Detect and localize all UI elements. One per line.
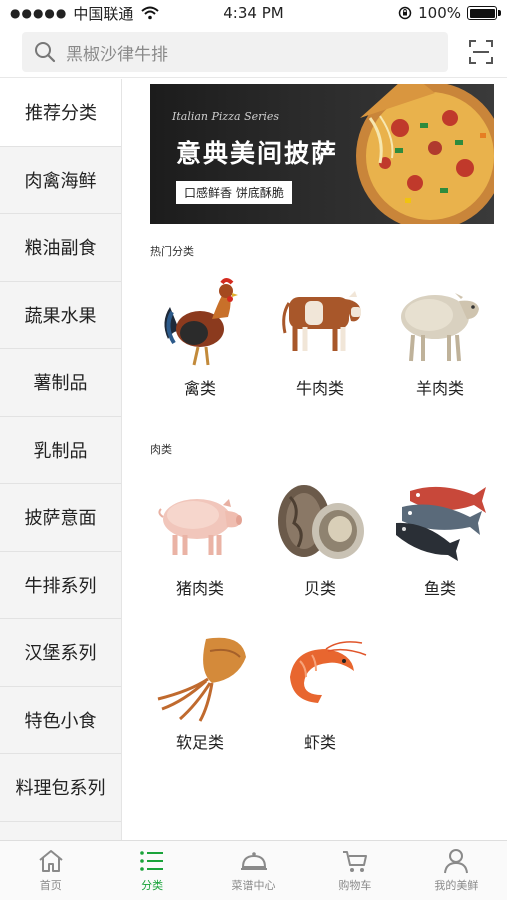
wifi-icon xyxy=(141,6,160,20)
bottom-tab-bar: 首页 分类 菜谱中心 购物车 我的美鲜 xyxy=(0,840,507,900)
category-item-lamb[interactable]: 羊肉类 xyxy=(385,277,495,399)
battery-percent: 100% xyxy=(418,4,461,22)
sidebar-item-grain-oil[interactable]: 粮油副食 xyxy=(0,214,121,282)
sidebar-item-meat-seafood[interactable]: 肉禽海鲜 xyxy=(0,147,121,214)
fish-image xyxy=(396,486,486,561)
category-item-shellfish[interactable]: 贝类 xyxy=(265,477,375,599)
sidebar-item-potato[interactable]: 薯制品 xyxy=(0,349,121,417)
user-icon xyxy=(444,849,469,874)
tab-label: 我的美鲜 xyxy=(434,879,479,892)
category-item-poultry[interactable]: 禽类 xyxy=(145,277,255,399)
category-label: 禽类 xyxy=(183,379,216,398)
orientation-lock-icon xyxy=(398,6,412,20)
category-content: Italian Pizza Series 意典美间披萨 口感鲜香 饼底酥脆 热门… xyxy=(122,79,507,840)
search-bar: 黑椒沙律牛排 xyxy=(0,26,507,78)
sidebar-item-snacks[interactable]: 特色小食 xyxy=(0,687,121,754)
rooster-image xyxy=(164,278,238,366)
tab-label: 菜谱中心 xyxy=(231,879,276,892)
home-icon xyxy=(39,850,63,872)
category-item-shrimp[interactable]: 虾类 xyxy=(265,631,375,753)
cow-image xyxy=(282,291,361,351)
carrier-name: 中国联通 xyxy=(73,4,134,23)
category-label: 牛肉类 xyxy=(295,379,344,398)
sidebar-item-vegetable-fruit[interactable]: 蔬果水果 xyxy=(0,282,121,349)
category-label: 虾类 xyxy=(303,733,336,752)
tab-profile[interactable]: 我的美鲜 xyxy=(406,841,507,900)
sidebar-item-pizza-pasta[interactable]: 披萨意面 xyxy=(0,484,121,552)
sidebar-item-burger[interactable]: 汉堡系列 xyxy=(0,619,121,687)
sidebar-item-meal-kits[interactable]: 料理包系列 xyxy=(0,754,121,822)
category-label: 猪肉类 xyxy=(175,579,224,598)
shrimp-image xyxy=(290,641,367,703)
scan-icon[interactable] xyxy=(468,39,494,65)
pizza-banner[interactable]: Italian Pizza Series 意典美间披萨 口感鲜香 饼底酥脆 xyxy=(150,84,494,224)
banner-tag: 口感鲜香 饼底酥脆 xyxy=(176,181,292,204)
category-item-beef[interactable]: 牛肉类 xyxy=(265,277,375,399)
category-item-pork[interactable]: 猪肉类 xyxy=(145,477,255,599)
tab-category[interactable]: 分类 xyxy=(101,841,202,900)
battery-icon xyxy=(467,6,501,20)
sidebar-item-dairy[interactable]: 乳制品 xyxy=(0,417,121,484)
category-item-cephalopod[interactable]: 软足类 xyxy=(145,631,255,753)
search-input[interactable]: 黑椒沙律牛排 xyxy=(22,32,448,72)
search-icon xyxy=(35,42,56,63)
tab-cart[interactable]: 购物车 xyxy=(304,841,405,900)
tab-label: 购物车 xyxy=(338,879,372,892)
category-label: 鱼类 xyxy=(423,579,456,598)
category-label: 羊肉类 xyxy=(415,379,464,398)
search-placeholder: 黑椒沙律牛排 xyxy=(66,44,168,65)
signal-strength-icon: ●●●●● xyxy=(10,6,68,20)
section-title-meat: 肉类 xyxy=(150,443,172,456)
oyster-image xyxy=(278,485,364,559)
banner-english-title: Italian Pizza Series xyxy=(172,110,280,123)
category-label: 贝类 xyxy=(303,579,336,598)
list-icon xyxy=(140,851,164,871)
cart-icon xyxy=(342,851,367,872)
tab-home[interactable]: 首页 xyxy=(0,841,101,900)
category-label: 软足类 xyxy=(175,733,224,752)
category-sidebar: 推荐分类 肉禽海鲜 粮油副食 蔬果水果 薯制品 乳制品 披萨意面 牛排系列 汉堡… xyxy=(0,79,122,840)
pig-image xyxy=(158,499,242,555)
squid-image xyxy=(157,637,246,722)
tab-label: 分类 xyxy=(141,879,164,892)
category-item-fish[interactable]: 鱼类 xyxy=(385,477,495,599)
section-title-hot: 热门分类 xyxy=(150,245,194,258)
tab-label: 首页 xyxy=(39,879,62,892)
status-bar: ●●●●● 中国联通 4:34 PM 100% xyxy=(0,0,507,26)
pizza-image xyxy=(356,84,494,224)
tab-recipes[interactable]: 菜谱中心 xyxy=(203,841,304,900)
sidebar-item-steak[interactable]: 牛排系列 xyxy=(0,552,121,619)
banner-title: 意典美间披萨 xyxy=(176,139,339,168)
cloche-icon xyxy=(240,852,267,870)
sidebar-item-recommended[interactable]: 推荐分类 xyxy=(0,79,121,147)
sheep-image xyxy=(401,293,479,362)
